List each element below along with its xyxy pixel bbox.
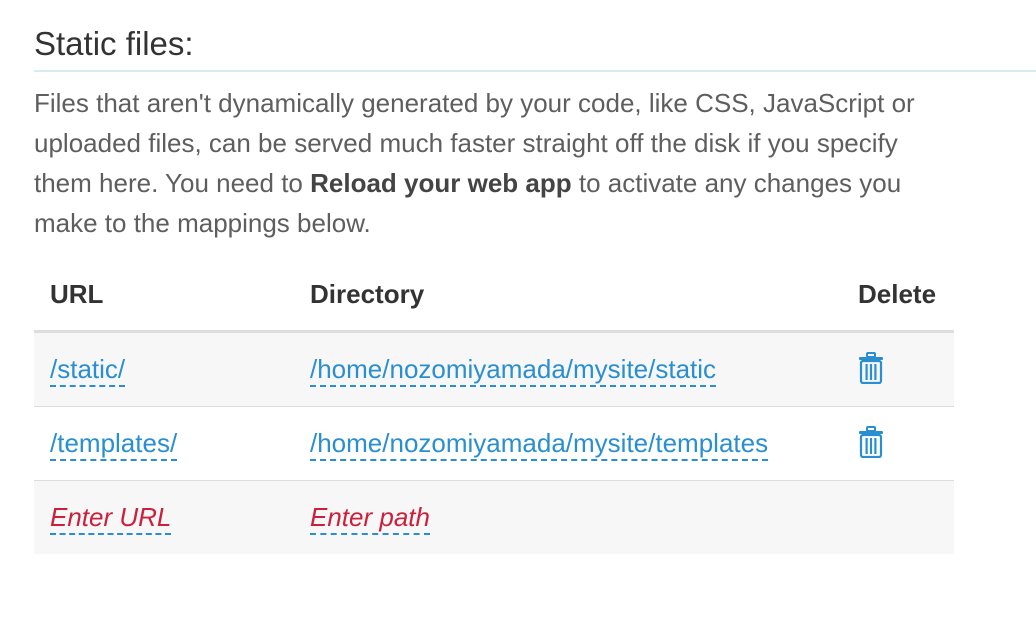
empty-delete-cell — [842, 480, 954, 554]
table-row: /static/ /home/nozomiyamada/mysite/stati… — [34, 331, 954, 407]
section-description: Files that aren't dynamically generated … — [34, 83, 944, 243]
url-cell: Enter URL — [34, 480, 294, 554]
new-mapping-row: Enter URL Enter path — [34, 480, 954, 554]
enter-url-field[interactable]: Enter URL — [50, 502, 172, 535]
url-cell: /templates/ — [34, 406, 294, 481]
header-url: URL — [34, 258, 294, 333]
directory-editable-link[interactable]: /home/nozomiyamada/mysite/templates — [310, 428, 769, 461]
header-delete: Delete — [842, 258, 954, 333]
static-files-section: Static files: Files that aren't dynamica… — [34, 22, 1036, 243]
url-editable-link[interactable]: /static/ — [50, 354, 126, 387]
directory-cell: /home/nozomiyamada/mysite/static — [294, 331, 842, 407]
enter-path-field[interactable]: Enter path — [310, 502, 430, 535]
table-header-row: URL Directory Delete — [34, 258, 954, 333]
directory-cell: /home/nozomiyamada/mysite/templates — [294, 406, 842, 481]
url-cell: /static/ — [34, 331, 294, 407]
url-editable-link[interactable]: /templates/ — [50, 428, 178, 461]
delete-cell — [842, 406, 954, 481]
section-title: Static files: — [34, 22, 1036, 72]
directory-editable-link[interactable]: /home/nozomiyamada/mysite/static — [310, 354, 717, 387]
table-row: /templates/ /home/nozomiyamada/mysite/te… — [34, 406, 954, 481]
header-directory: Directory — [294, 258, 842, 333]
static-files-table: URL Directory Delete /static/ /home/nozo… — [34, 258, 954, 554]
trash-icon[interactable] — [858, 426, 884, 465]
reload-web-app-emphasis: Reload your web app — [310, 168, 572, 198]
trash-icon[interactable] — [858, 352, 884, 391]
delete-cell — [842, 331, 954, 407]
directory-cell: Enter path — [294, 480, 842, 554]
